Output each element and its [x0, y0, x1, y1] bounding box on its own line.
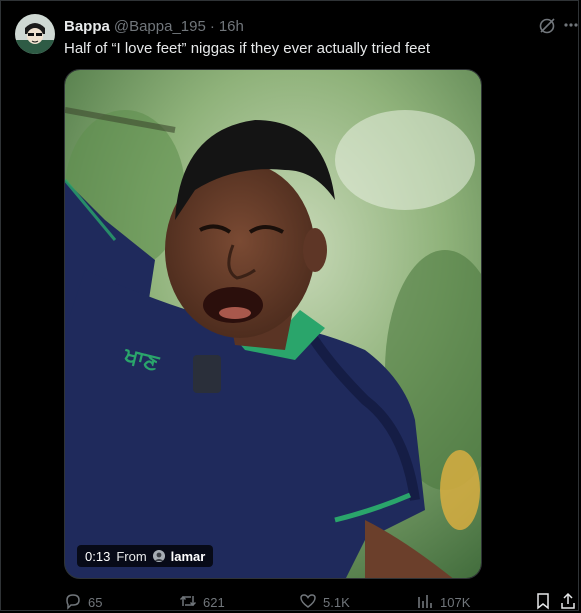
video-duration: 0:13 — [85, 548, 111, 564]
more-horizontal-icon[interactable] — [563, 15, 579, 35]
separator-dot: · — [209, 17, 215, 35]
bookmark-icon — [534, 592, 552, 613]
post-card[interactable]: Bappa @Bappa_195 · 16h Half of “I love f… — [0, 0, 579, 611]
like-button[interactable]: 5.1K — [299, 591, 350, 613]
views-chart-icon — [416, 592, 434, 613]
video-player[interactable]: ਖਾਣ 0:13 From lamar — [64, 69, 482, 579]
post-text: Half of “I love feet” niggas if they eve… — [64, 40, 431, 57]
repost-icon — [179, 592, 197, 613]
user-handle[interactable]: @Bappa_195 — [114, 18, 206, 35]
share-button[interactable] — [559, 591, 577, 613]
reply-button[interactable]: 65 — [64, 591, 102, 613]
source-avatar[interactable] — [152, 550, 165, 562]
share-icon — [559, 592, 577, 613]
post-time[interactable]: 16h — [219, 18, 244, 35]
repost-button[interactable]: 621 — [179, 591, 225, 613]
views-count: 107K — [440, 594, 471, 610]
bookmark-button[interactable] — [534, 591, 552, 613]
display-name[interactable]: Bappa — [64, 18, 110, 35]
avatar[interactable] — [15, 14, 55, 54]
video-info-chip: 0:13 From lamar — [77, 545, 214, 567]
grok-icon[interactable] — [537, 16, 557, 36]
video-frame-image: ਖਾਣ — [65, 70, 481, 578]
heart-icon — [299, 592, 317, 613]
action-bar: 65 621 5.1K 107K — [64, 591, 581, 613]
repost-count: 621 — [203, 594, 225, 610]
reply-count: 65 — [88, 594, 103, 610]
views-button[interactable]: 107K — [416, 591, 470, 613]
like-count: 5.1K — [323, 594, 350, 610]
source-username[interactable]: lamar — [171, 549, 206, 564]
reply-icon — [64, 592, 82, 613]
post-header: Bappa @Bappa_195 · 16h — [64, 16, 244, 36]
from-label: From — [116, 548, 147, 564]
